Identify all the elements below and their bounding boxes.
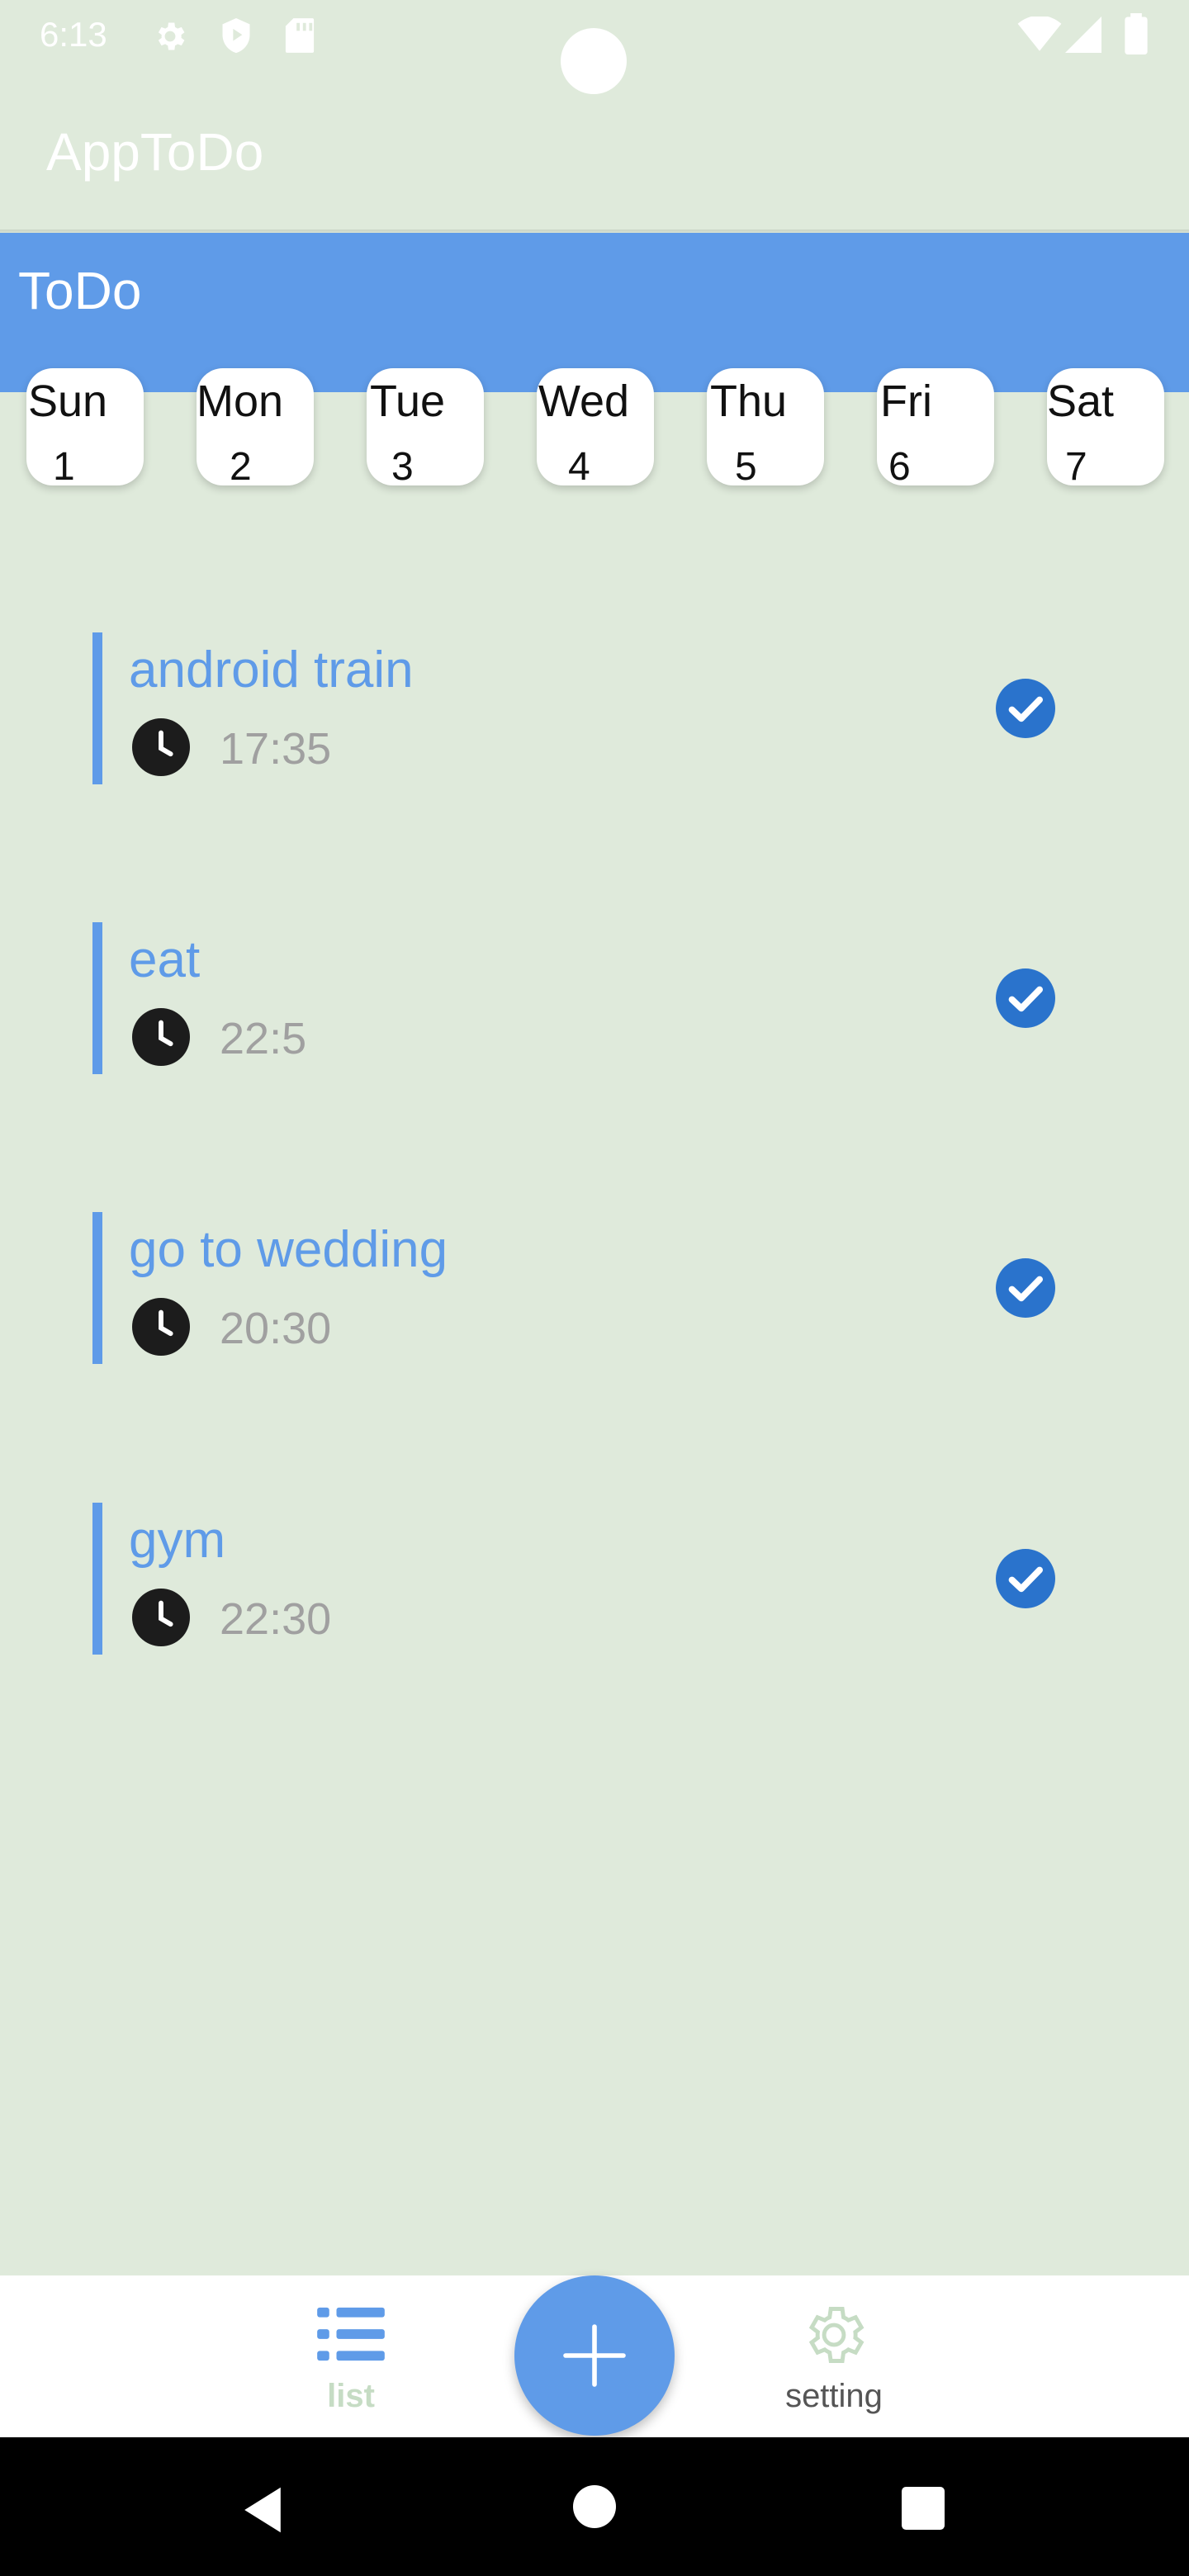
task-accent-bar	[92, 922, 102, 1074]
day-chip-wed[interactable]: Wed 4	[537, 368, 654, 485]
list-icon	[317, 2307, 385, 2361]
task-time: 22:5	[220, 1014, 307, 1063]
nav-setting-label: setting	[785, 2378, 883, 2414]
day-name: Fri	[880, 376, 932, 426]
settings-icon	[158, 22, 185, 50]
check-circle-icon[interactable]	[996, 1258, 1055, 1318]
back-icon[interactable]	[239, 2485, 286, 2535]
day-name: Thu	[710, 376, 788, 426]
gear-icon	[808, 2307, 865, 2363]
check-circle-icon[interactable]	[996, 679, 1055, 738]
day-number: 6	[888, 445, 911, 485]
nav-tab-setting[interactable]: setting	[768, 2299, 900, 2422]
task-item[interactable]: gym 22:30	[92, 1503, 1083, 1655]
day-name: Mon	[197, 376, 284, 426]
day-chip-fri[interactable]: Fri 6	[877, 368, 994, 485]
nav-list-label: list	[327, 2378, 375, 2414]
home-icon[interactable]	[573, 2485, 616, 2528]
battery-icon	[1125, 13, 1148, 54]
system-navigation-bar	[0, 2437, 1189, 2576]
day-number: 5	[735, 445, 757, 485]
shield-icon	[222, 18, 250, 54]
day-name: Wed	[538, 376, 630, 426]
day-number: 1	[53, 445, 75, 485]
day-name: Tue	[370, 376, 446, 426]
nav-tab-list[interactable]: list	[306, 2299, 396, 2422]
day-number: 7	[1065, 445, 1087, 485]
task-title: android train	[129, 642, 414, 698]
clock-icon	[132, 1008, 190, 1066]
day-chip-sun[interactable]: Sun 1	[26, 368, 144, 485]
check-circle-icon[interactable]	[996, 1549, 1055, 1608]
task-time: 17:35	[220, 724, 332, 774]
day-chip-sat[interactable]: Sat 7	[1047, 368, 1164, 485]
task-item[interactable]: android train 17:35	[92, 632, 1083, 784]
day-chip-mon[interactable]: Mon 2	[197, 368, 314, 485]
day-chip-tue[interactable]: Tue 3	[367, 368, 484, 485]
task-title: gym	[129, 1512, 226, 1569]
task-item[interactable]: eat 22:5	[92, 922, 1083, 1074]
task-item[interactable]: go to wedding 20:30	[92, 1212, 1083, 1364]
check-circle-icon[interactable]	[996, 968, 1055, 1028]
day-number: 2	[230, 445, 252, 485]
day-number: 3	[391, 445, 414, 485]
task-time: 22:30	[220, 1594, 332, 1644]
plus-icon	[563, 2324, 626, 2387]
add-task-button[interactable]	[514, 2275, 675, 2436]
clock-icon	[132, 1589, 190, 1646]
status-time: 6:13	[40, 15, 107, 54]
clock-icon	[132, 1298, 190, 1356]
day-number: 4	[568, 445, 590, 485]
page-title: ToDo	[18, 261, 142, 320]
task-title: eat	[129, 931, 201, 988]
task-accent-bar	[92, 632, 102, 784]
day-name: Sat	[1047, 376, 1115, 426]
camera-cutout	[561, 28, 627, 94]
sd-card-icon	[285, 18, 315, 53]
day-chip-thu[interactable]: Thu 5	[707, 368, 824, 485]
task-title: go to wedding	[129, 1221, 448, 1278]
day-name: Sun	[28, 376, 108, 426]
wifi-icon	[1017, 17, 1062, 51]
app-title: AppToDo	[46, 122, 264, 182]
task-accent-bar	[92, 1503, 102, 1655]
recents-icon[interactable]	[902, 2487, 945, 2530]
task-time: 20:30	[220, 1304, 332, 1353]
clock-icon	[132, 718, 190, 776]
signal-icon	[1065, 17, 1101, 53]
task-accent-bar	[92, 1212, 102, 1364]
